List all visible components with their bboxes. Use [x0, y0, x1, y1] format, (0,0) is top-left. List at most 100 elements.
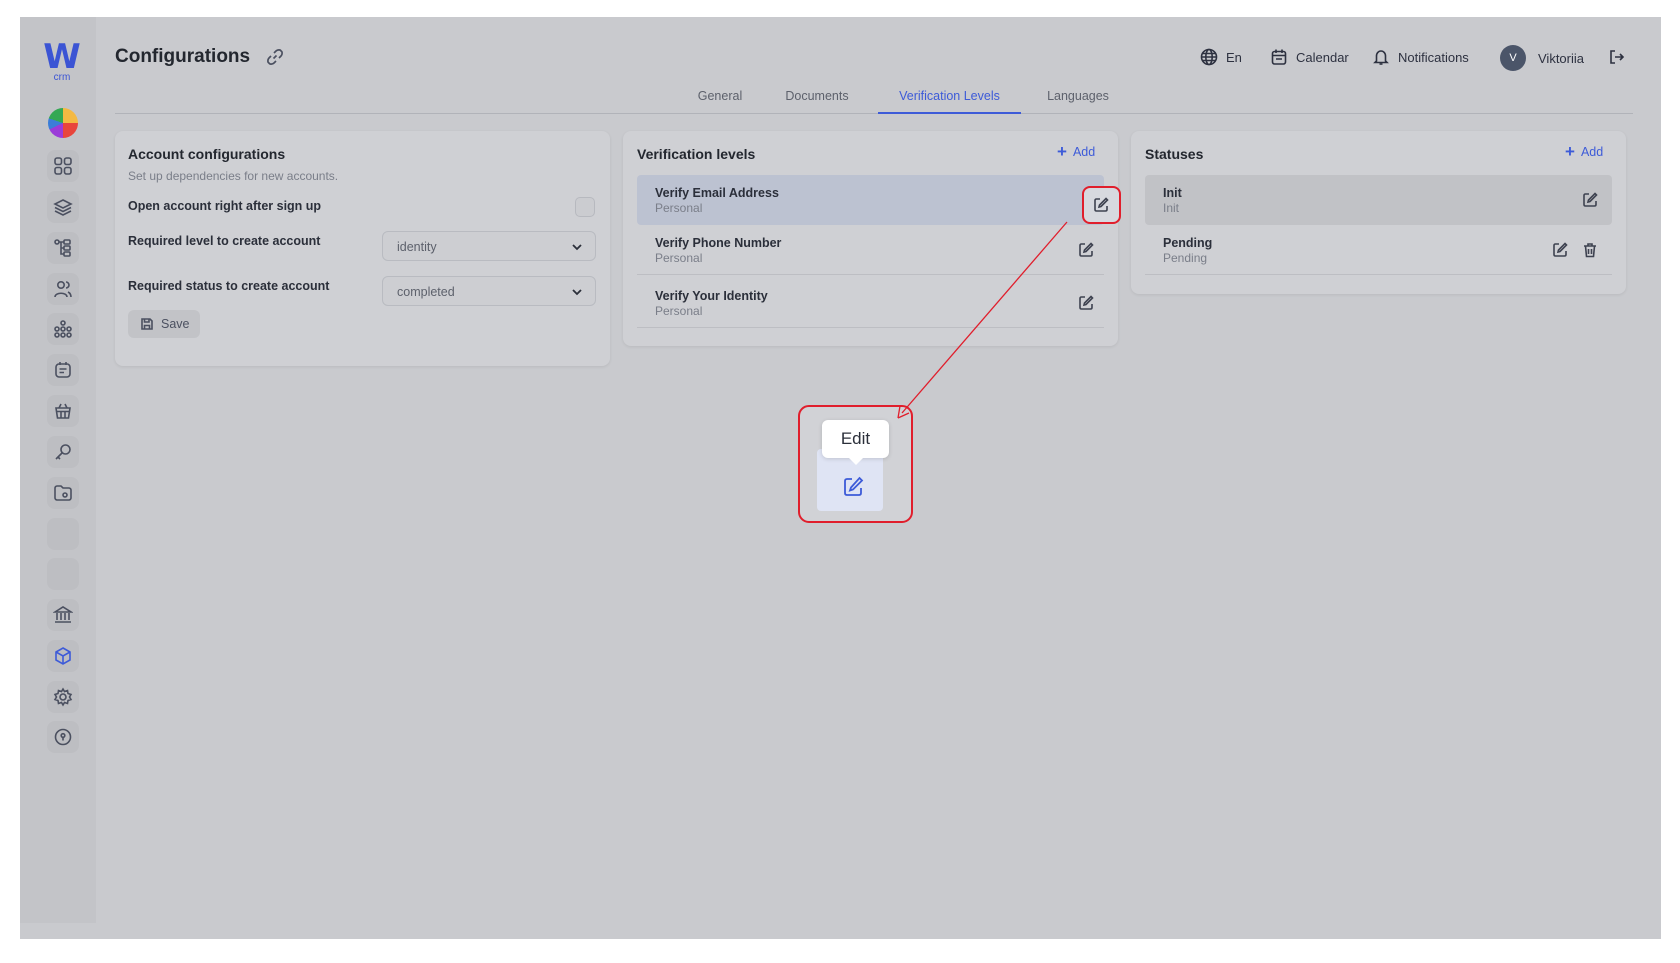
verification-level-name: Verify Your Identity [655, 289, 768, 303]
sidebar-item-blank-1[interactable] [47, 518, 79, 550]
list-item[interactable]: Verify Email Address Personal [637, 175, 1104, 225]
verification-levels-card: Verification levels + Add Verify Email A… [623, 131, 1118, 346]
open-account-checkbox[interactable] [575, 197, 595, 217]
status-name: Init [1163, 186, 1182, 200]
user-menu[interactable]: V Viktoriia [1500, 45, 1584, 71]
chevron-down-icon [572, 289, 582, 296]
trash-icon [1584, 243, 1596, 258]
sidebar-item-hierarchy[interactable] [47, 232, 79, 264]
list-item[interactable]: Verify Your Identity Personal [637, 278, 1104, 328]
bell-icon [1373, 50, 1389, 65]
notifications-link[interactable]: Notifications [1372, 48, 1469, 66]
language-selector[interactable]: En [1200, 48, 1242, 66]
sidebar-item-layers[interactable] [47, 191, 79, 223]
edit-button[interactable] [1077, 241, 1095, 259]
edit-icon [1094, 197, 1109, 212]
bank-icon [53, 606, 73, 623]
avatar: V [1500, 45, 1526, 71]
notes-icon [55, 362, 71, 378]
folder-icon [54, 485, 72, 501]
required-level-select[interactable]: identity [382, 231, 596, 261]
dashboard-icon [54, 157, 72, 175]
gear-icon [53, 687, 73, 707]
sidebar-item-basket[interactable] [47, 395, 79, 427]
notifications-label: Notifications [1398, 49, 1469, 65]
delete-button[interactable] [1581, 241, 1599, 259]
add-status-button[interactable]: + Add [1565, 142, 1604, 161]
sidebar-item-dashboard[interactable] [47, 150, 79, 182]
required-status-select[interactable]: completed [382, 276, 596, 306]
sidebar-item-notes[interactable] [47, 354, 79, 386]
sidebar-item-users[interactable] [47, 273, 79, 305]
status-name: Pending [1163, 236, 1213, 250]
edit-icon [1079, 295, 1094, 310]
add-verification-level-button[interactable]: + Add [1057, 142, 1096, 161]
app-window: W crm Configurations En Calendar Notific… [20, 17, 1661, 939]
calendar-link[interactable]: Calendar [1270, 48, 1349, 66]
save-button[interactable]: Save [128, 310, 200, 338]
required-level-value: identity [397, 240, 437, 254]
logout-button[interactable] [1607, 48, 1625, 66]
verification-level-type: Personal [655, 251, 703, 265]
app-logo[interactable]: W crm [43, 37, 81, 85]
globe-icon [1200, 48, 1218, 66]
tab-languages[interactable]: Languages [1042, 87, 1114, 114]
add-label: Add [1072, 145, 1096, 159]
link-icon[interactable] [266, 48, 284, 66]
tab-documents[interactable]: Documents [779, 87, 855, 114]
tab-bar: General Documents Verification Levels La… [115, 87, 1633, 114]
logo-letter: W [43, 37, 81, 77]
sidebar-item-blank-2[interactable] [47, 558, 79, 590]
page-title: Configurations [115, 46, 251, 67]
save-icon [141, 318, 153, 330]
sidebar-item-key[interactable] [47, 436, 79, 468]
edit-icon [841, 475, 865, 499]
verification-level-type: Personal [655, 304, 703, 318]
zoom-callout: Edit [798, 405, 913, 523]
tooltip: Edit [822, 420, 889, 465]
key-icon [55, 444, 71, 460]
tab-general[interactable]: General [693, 87, 747, 114]
sidebar-item-network[interactable] [47, 313, 79, 345]
sidebar: W crm [20, 17, 96, 923]
logout-icon [1610, 50, 1625, 64]
list-item[interactable]: Init Init [1145, 175, 1612, 225]
sidebar-item-bank[interactable] [47, 599, 79, 631]
sidebar-item-cube[interactable] [47, 640, 79, 672]
edit-button[interactable] [1551, 241, 1569, 259]
list-item[interactable]: Pending Pending [1145, 225, 1612, 275]
pie-chart-icon[interactable] [48, 108, 78, 138]
open-account-label: Open account right after sign up [128, 199, 322, 213]
verification-level-name: Verify Email Address [655, 186, 779, 200]
shield-icon [54, 728, 72, 746]
sidebar-item-folder[interactable] [47, 477, 79, 509]
edit-icon [1079, 242, 1094, 257]
account-configurations-card: Account configurations Set up dependenci… [115, 131, 610, 366]
list-item[interactable]: Verify Phone Number Personal [637, 225, 1104, 275]
edit-icon [1553, 242, 1568, 257]
edit-button-highlighted[interactable] [1082, 186, 1121, 224]
status-sub: Init [1163, 201, 1180, 215]
user-name: Viktoriia [1538, 50, 1585, 66]
required-level-label: Required level to create account [128, 234, 321, 248]
edit-button[interactable] [1581, 191, 1599, 209]
edit-icon [1583, 192, 1598, 207]
plus-icon: + [1057, 142, 1067, 161]
sidebar-item-security[interactable] [47, 721, 79, 753]
card-subtitle: Set up dependencies for new accounts. [128, 169, 339, 183]
sidebar-item-settings[interactable] [47, 681, 79, 713]
card-title: Statuses [1145, 146, 1204, 162]
edit-button[interactable] [1077, 294, 1095, 312]
verification-level-name: Verify Phone Number [655, 236, 782, 250]
plus-icon: + [1565, 142, 1575, 161]
calendar-icon [1271, 49, 1287, 65]
tab-verification-levels[interactable]: Verification Levels [878, 87, 1021, 114]
card-title: Verification levels [637, 146, 756, 162]
add-label: Add [1580, 145, 1604, 159]
edit-button[interactable] [1092, 196, 1110, 214]
save-label: Save [161, 317, 190, 331]
hierarchy-icon [54, 239, 71, 257]
calendar-label: Calendar [1296, 49, 1349, 65]
basket-icon [55, 403, 71, 419]
required-status-value: completed [397, 285, 455, 299]
